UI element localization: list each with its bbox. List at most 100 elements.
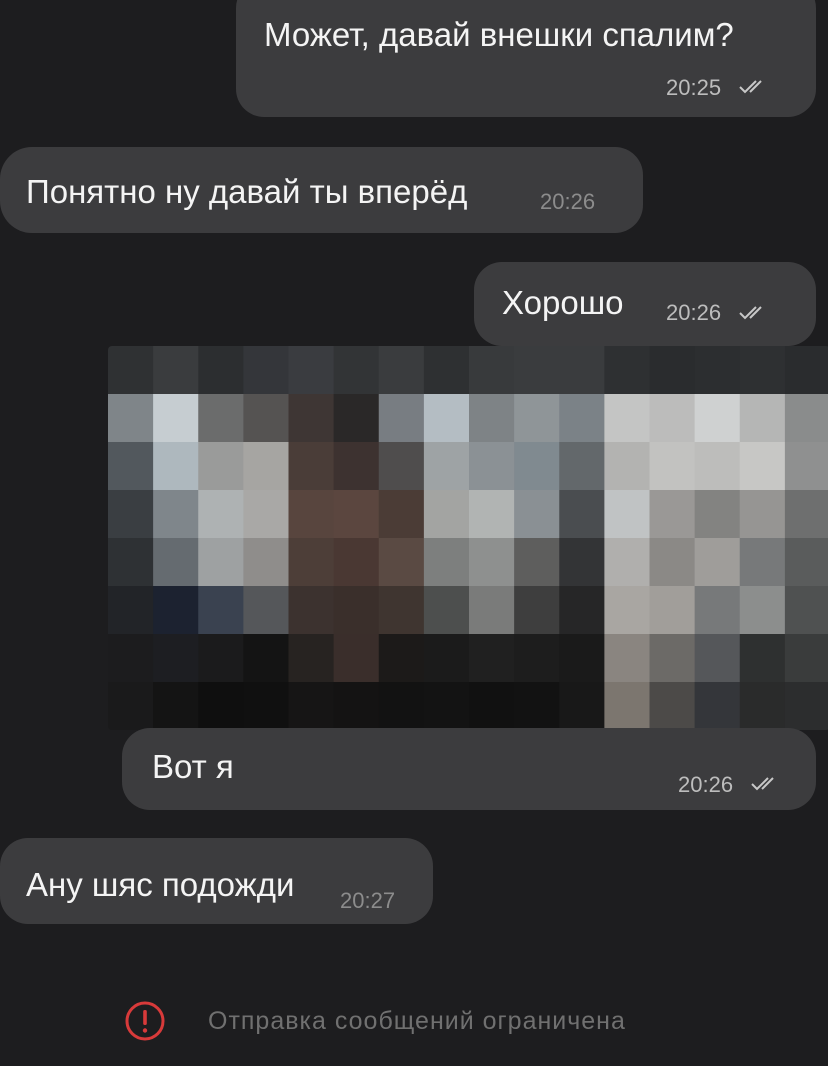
mosaic-tile: [288, 634, 335, 683]
mosaic-tile: [423, 394, 470, 443]
mosaic-tile: [559, 682, 605, 730]
double-check-icon: [750, 775, 780, 791]
mosaic-tile: [333, 634, 380, 683]
mosaic-tile: [739, 682, 786, 730]
mosaic-tile: [559, 634, 605, 683]
mosaic-tile: [153, 394, 199, 443]
message-time: 20:25: [666, 75, 722, 100]
message-bubble-outgoing[interactable]: Вот я 20:26: [122, 728, 816, 810]
mosaic-tile: [333, 682, 380, 730]
mosaic-tile: [604, 538, 651, 587]
mosaic-tile: [694, 346, 741, 395]
mosaic-tile: [423, 442, 470, 491]
mosaic-tile: [423, 346, 470, 395]
mosaic-tile: [108, 538, 154, 587]
message-bubble-incoming[interactable]: Ану шяс подожди 20:27: [0, 838, 433, 924]
mosaic-tile: [604, 442, 651, 491]
mosaic-tile: [108, 634, 154, 683]
mosaic-tile: [604, 682, 651, 730]
mosaic-tile: [469, 442, 515, 491]
message-bubble-outgoing[interactable]: Хорошо 20:26: [474, 262, 816, 346]
message-bubble-outgoing[interactable]: Может, давай внешки спалим? 20:25: [236, 0, 816, 117]
mosaic-tile: [378, 346, 425, 395]
mosaic-tile: [784, 682, 828, 730]
mosaic-tile: [739, 346, 786, 395]
mosaic-tile: [243, 442, 290, 491]
mosaic-tile: [198, 538, 244, 587]
mosaic-tile: [423, 634, 470, 683]
mosaic-tile: [739, 538, 786, 587]
mosaic-tile: [559, 394, 605, 443]
mosaic-tile: [333, 394, 380, 443]
mosaic-tile: [378, 682, 425, 730]
mosaic-tile: [333, 442, 380, 491]
mosaic-tile: [559, 490, 605, 539]
message-text: Может, давай внешки спалим?: [264, 16, 734, 53]
mosaic-tile: [694, 586, 741, 635]
mosaic-tile: [288, 538, 335, 587]
mosaic-tile: [243, 634, 290, 683]
mosaic-tile: [288, 394, 335, 443]
restriction-notice-text: Отправка сообщений ограничена: [208, 1007, 626, 1035]
mosaic-tile: [243, 682, 290, 730]
mosaic-tile: [784, 346, 828, 395]
mosaic-tile: [108, 394, 154, 443]
mosaic-tile: [153, 346, 199, 395]
mosaic-tile: [649, 490, 696, 539]
message-bubble-incoming[interactable]: Понятно ну давай ты вперёд 20:26: [0, 147, 643, 233]
mosaic-tile: [108, 490, 154, 539]
mosaic-tile: [739, 634, 786, 683]
mosaic-tile: [784, 442, 828, 491]
mosaic-tile: [784, 634, 828, 683]
mosaic-tile: [784, 490, 828, 539]
mosaic-tile: [423, 538, 470, 587]
mosaic-tile: [604, 634, 651, 683]
mosaic-tile: [784, 394, 828, 443]
message-time: 20:26: [666, 300, 722, 325]
mosaic-tile: [739, 442, 786, 491]
mosaic-tile: [559, 538, 605, 587]
mosaic-tile: [198, 490, 244, 539]
mosaic-tile: [288, 586, 335, 635]
mosaic-tile: [333, 586, 380, 635]
mosaic-tile: [243, 538, 290, 587]
message-text: Понятно ну давай ты вперёд: [26, 173, 468, 210]
mosaic-tile: [739, 490, 786, 539]
mosaic-tile: [649, 538, 696, 587]
mosaic-tile: [514, 346, 560, 395]
mosaic-tile: [784, 538, 828, 587]
mosaic-tile: [198, 346, 244, 395]
message-time: 20:27: [340, 888, 396, 913]
mosaic-tile: [649, 442, 696, 491]
mosaic-tile: [739, 394, 786, 443]
mosaic-tile: [469, 682, 515, 730]
mosaic-tile: [469, 586, 515, 635]
mosaic-tile: [604, 394, 651, 443]
mosaic-tile: [694, 682, 741, 730]
mosaic-tile: [198, 634, 244, 683]
mosaic-tile: [243, 346, 290, 395]
mosaic-tile: [649, 682, 696, 730]
mosaic-tile: [288, 490, 335, 539]
mosaic-tile: [288, 346, 335, 395]
mosaic-tile: [153, 682, 199, 730]
mosaic-tile: [649, 634, 696, 683]
message-text: Ану шяс подожди: [26, 866, 295, 903]
mosaic-tile: [378, 586, 425, 635]
mosaic-tile: [514, 682, 560, 730]
mosaic-tile: [694, 490, 741, 539]
mosaic-tile: [649, 394, 696, 443]
mosaic-tile: [333, 490, 380, 539]
double-check-icon: [738, 304, 768, 320]
message-text: Вот я: [152, 748, 234, 785]
mosaic-tile: [694, 394, 741, 443]
mosaic-tile: [243, 586, 290, 635]
mosaic-tile: [694, 538, 741, 587]
message-time: 20:26: [678, 772, 734, 797]
mosaic-tile: [514, 634, 560, 683]
photo-attachment[interactable]: [108, 346, 828, 730]
mosaic-tile: [559, 442, 605, 491]
mosaic-tile: [469, 634, 515, 683]
mosaic-tile: [559, 586, 605, 635]
mosaic-tile: [514, 538, 560, 587]
